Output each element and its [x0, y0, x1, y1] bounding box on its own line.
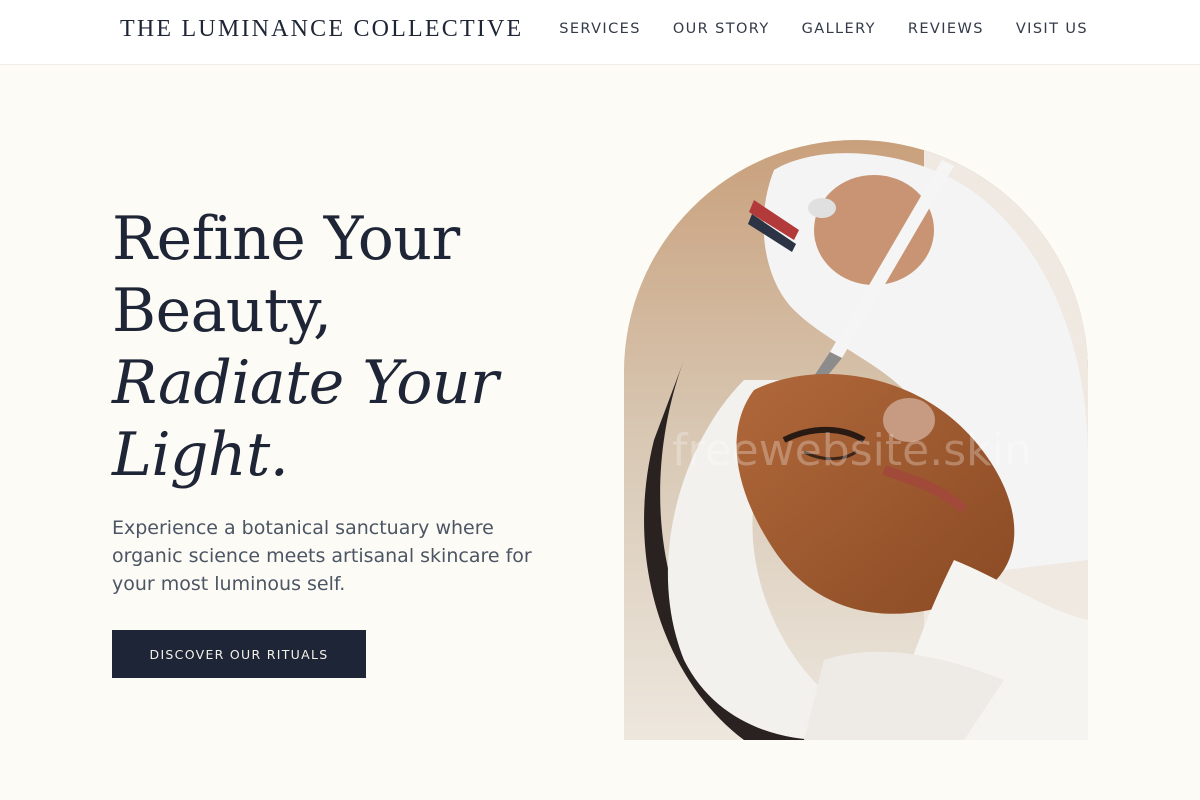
nav-link-reviews[interactable]: REVIEWS — [908, 21, 984, 37]
hero-title-line-3: Radiate Your — [112, 348, 499, 418]
hero-title-line-2: Beauty, — [112, 276, 332, 346]
hero-title: Refine Your Beauty, Radiate Your Light. — [112, 203, 499, 491]
nav-link-services[interactable]: SERVICES — [559, 21, 641, 37]
hero-title-line-4: Light. — [112, 420, 289, 490]
main-nav: SERVICES OUR STORY GALLERY REVIEWS VISIT… — [559, 21, 1088, 37]
hero-image — [624, 140, 1088, 740]
facial-treatment-illustration — [624, 140, 1088, 740]
site-header: THE LUMINANCE COLLECTIVE SERVICES OUR ST… — [0, 0, 1200, 65]
brand-logo[interactable]: THE LUMINANCE COLLECTIVE — [120, 16, 523, 43]
hero-subtitle: Experience a botanical sanctuary where o… — [112, 517, 532, 595]
nav-link-our-story[interactable]: OUR STORY — [673, 21, 770, 37]
nav-link-gallery[interactable]: GALLERY — [802, 21, 876, 37]
hero-title-line-1: Refine Your — [112, 204, 460, 274]
nav-link-visit-us[interactable]: VISIT US — [1016, 21, 1088, 37]
discover-rituals-button[interactable]: DISCOVER OUR RITUALS — [112, 630, 366, 678]
